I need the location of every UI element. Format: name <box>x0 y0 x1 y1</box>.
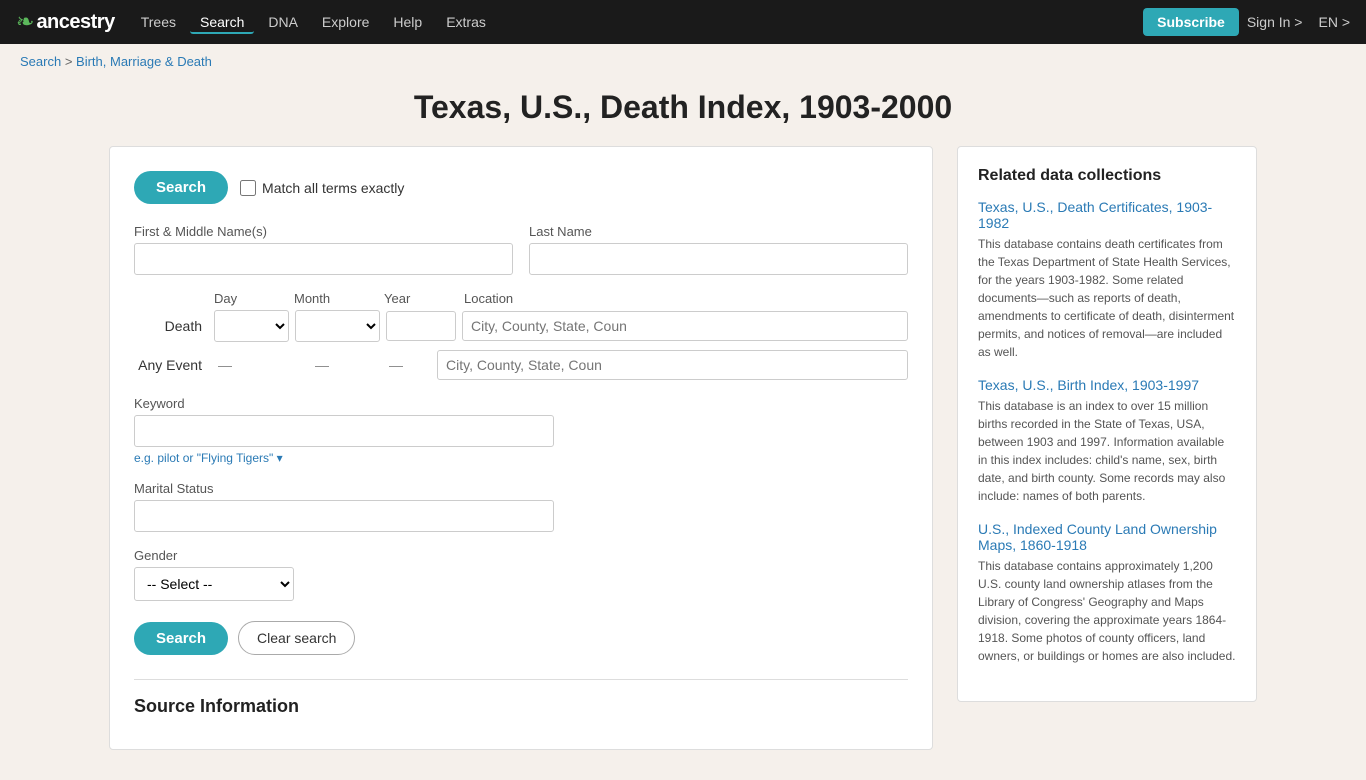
logo[interactable]: ❧ ancestry <box>16 9 115 35</box>
source-title: Source Information <box>134 696 908 717</box>
breadcrumb: Search > Birth, Marriage & Death <box>0 44 1366 79</box>
last-name-group: Last Name <box>529 224 908 275</box>
any-event-year-dash: — <box>389 357 403 373</box>
nav-dna[interactable]: DNA <box>258 10 308 34</box>
any-event-row: Any Event — — — <box>134 350 908 380</box>
keyword-hint[interactable]: e.g. pilot or "Flying Tigers" ▾ <box>134 451 908 465</box>
gender-label: Gender <box>134 548 908 563</box>
signin-link[interactable]: Sign In > <box>1247 14 1303 30</box>
death-location-input[interactable] <box>462 311 908 341</box>
related-link-2[interactable]: U.S., Indexed County Land Ownership Maps… <box>978 521 1236 553</box>
gender-section: Gender -- Select -- Male Female Unknown <box>134 548 908 601</box>
location-header: Location <box>464 291 624 306</box>
breadcrumb-separator: > <box>65 54 76 69</box>
sidebar-title: Related data collections <box>978 167 1236 185</box>
date-section: Day Month Year Location Death 12345 6789… <box>134 291 908 380</box>
page-title: Texas, U.S., Death Index, 1903-2000 <box>0 89 1366 126</box>
nav-search[interactable]: Search <box>190 10 254 34</box>
keyword-section: Keyword e.g. pilot or "Flying Tigers" ▾ <box>134 396 908 465</box>
first-name-label: First & Middle Name(s) <box>134 224 513 239</box>
form-bottom-row: Search Clear search <box>134 621 908 655</box>
nav-explore[interactable]: Explore <box>312 10 379 34</box>
marital-input[interactable] <box>134 500 554 532</box>
navigation: ❧ ancestry Trees Search DNA Explore Help… <box>0 0 1366 44</box>
match-exact-text: Match all terms exactly <box>262 180 404 196</box>
search-bottom-button[interactable]: Search <box>134 622 228 655</box>
related-link-1[interactable]: Texas, U.S., Birth Index, 1903-1997 <box>978 377 1236 393</box>
death-day-select[interactable]: 12345 678910 1112131415 1617181920 21222… <box>214 310 289 342</box>
any-event-month-dash: — <box>315 357 329 373</box>
form-panel: Search Match all terms exactly First & M… <box>109 146 933 750</box>
match-exact-checkbox[interactable] <box>240 180 256 196</box>
death-row: Death 12345 678910 1112131415 1617181920… <box>134 310 908 342</box>
source-section: Source Information <box>134 679 908 717</box>
related-item-0: Texas, U.S., Death Certificates, 1903-19… <box>978 199 1236 361</box>
nav-right: Subscribe Sign In > EN > <box>1143 8 1350 36</box>
day-header: Day <box>214 291 294 306</box>
related-item-1: Texas, U.S., Birth Index, 1903-1997 This… <box>978 377 1236 505</box>
sidebar-card: Related data collections Texas, U.S., De… <box>957 146 1257 702</box>
nav-extras[interactable]: Extras <box>436 10 496 34</box>
breadcrumb-section[interactable]: Birth, Marriage & Death <box>76 54 212 69</box>
logo-text: ancestry <box>36 11 114 34</box>
first-name-input[interactable] <box>134 243 513 275</box>
date-headers: Day Month Year Location <box>214 291 908 306</box>
any-event-location-input[interactable] <box>437 350 908 380</box>
first-name-group: First & Middle Name(s) <box>134 224 513 275</box>
death-month-select[interactable]: JanFebMarApr MayJunJulAug SepOctNovDec <box>295 310 380 342</box>
marital-label: Marital Status <box>134 481 908 496</box>
search-top-row: Search Match all terms exactly <box>134 171 908 204</box>
match-exact-label[interactable]: Match all terms exactly <box>240 180 404 196</box>
name-row: First & Middle Name(s) Last Name <box>134 224 908 275</box>
clear-search-button[interactable]: Clear search <box>238 621 355 655</box>
related-item-2: U.S., Indexed County Land Ownership Maps… <box>978 521 1236 665</box>
sidebar: Related data collections Texas, U.S., De… <box>957 146 1257 750</box>
logo-leaf-icon: ❧ <box>16 9 34 35</box>
month-header: Month <box>294 291 384 306</box>
keyword-label: Keyword <box>134 396 908 411</box>
language-selector[interactable]: EN > <box>1318 14 1350 30</box>
related-desc-2: This database contains approximately 1,2… <box>978 557 1236 665</box>
breadcrumb-search[interactable]: Search <box>20 54 61 69</box>
any-event-day-dash: — <box>218 357 232 373</box>
subscribe-button[interactable]: Subscribe <box>1143 8 1239 36</box>
search-top-button[interactable]: Search <box>134 171 228 204</box>
related-desc-1: This database is an index to over 15 mil… <box>978 397 1236 505</box>
death-label: Death <box>134 318 214 334</box>
last-name-label: Last Name <box>529 224 908 239</box>
last-name-input[interactable] <box>529 243 908 275</box>
related-desc-0: This database contains death certificate… <box>978 235 1236 361</box>
related-link-0[interactable]: Texas, U.S., Death Certificates, 1903-19… <box>978 199 1236 231</box>
nav-help[interactable]: Help <box>383 10 432 34</box>
marital-section: Marital Status <box>134 481 908 532</box>
gender-select[interactable]: -- Select -- Male Female Unknown <box>134 567 294 601</box>
main-layout: Search Match all terms exactly First & M… <box>93 146 1273 780</box>
nav-trees[interactable]: Trees <box>131 10 186 34</box>
death-year-input[interactable] <box>386 311 456 341</box>
keyword-input[interactable] <box>134 415 554 447</box>
year-header: Year <box>384 291 464 306</box>
any-event-label: Any Event <box>134 357 214 373</box>
